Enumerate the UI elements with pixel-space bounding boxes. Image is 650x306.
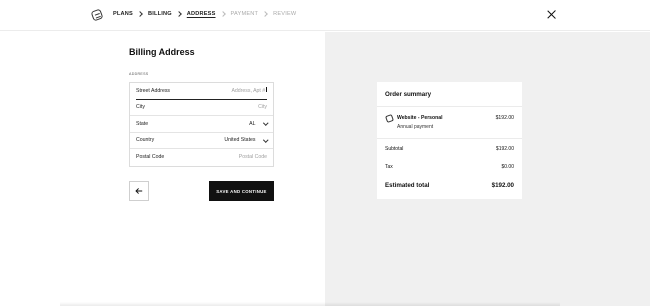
- form-panel: [0, 32, 325, 306]
- tax-label: Tax: [385, 164, 393, 170]
- city-field[interactable]: City City: [130, 100, 273, 116]
- item-billing-period: Annual payment: [397, 124, 434, 130]
- divider: [377, 138, 522, 139]
- tax-value: $0.00: [501, 164, 514, 170]
- subtotal-value: $192.00: [495, 146, 514, 152]
- section-label: ADDRESS: [129, 72, 149, 76]
- chevron-down-icon: [262, 136, 268, 142]
- chevron-down-icon: [262, 120, 268, 126]
- tax-row: Tax $0.00: [385, 164, 514, 170]
- chevron-right-icon: [175, 11, 182, 17]
- step-payment: PAYMENT: [230, 11, 259, 17]
- chevron-right-icon: [262, 11, 268, 17]
- step-address: ADDRESS: [186, 11, 216, 17]
- subtotal-label: Subtotal: [385, 146, 404, 152]
- country-value: United States: [224, 137, 256, 144]
- item-name: Website - Personal: [397, 115, 443, 121]
- page-title: Billing Address: [129, 47, 195, 57]
- close-icon[interactable]: [546, 9, 557, 20]
- bottom-edge-shadow: [60, 302, 560, 306]
- squarespace-logo-icon[interactable]: [90, 8, 104, 22]
- order-summary-card: Order summary Website - Personal Annual …: [377, 82, 522, 199]
- country-label: Country: [136, 137, 155, 144]
- subtotal-row: Subtotal $192.00: [385, 146, 514, 152]
- country-select[interactable]: Country United States: [130, 133, 273, 149]
- chevron-right-icon: [137, 11, 143, 17]
- text-cursor: [266, 87, 267, 93]
- postal-code-field[interactable]: Postal Code Postal Code: [130, 149, 273, 166]
- total-value: $192.00: [491, 182, 514, 189]
- arrow-left-icon: [135, 188, 143, 194]
- total-label: Estimated total: [385, 182, 430, 189]
- step-review: REVIEW: [273, 11, 297, 17]
- street-address-placeholder: Address, Apt #: [231, 88, 266, 95]
- step-plans[interactable]: PLANS: [113, 11, 133, 17]
- state-value: AL: [249, 120, 256, 127]
- street-address-label: Street Address: [136, 87, 171, 94]
- order-summary-title: Order summary: [385, 91, 432, 98]
- squarespace-logo-icon: [385, 114, 394, 123]
- state-select[interactable]: State AL: [130, 116, 273, 133]
- item-price: $192.00: [495, 115, 514, 121]
- street-address-field[interactable]: Street Address Address, Apt #: [136, 83, 267, 100]
- breadcrumb: PLANS BILLING ADDRESS PAYMENT REVIEW: [113, 11, 296, 17]
- back-button[interactable]: [129, 181, 149, 201]
- postal-code-input[interactable]: Postal Code: [239, 154, 267, 160]
- postal-code-label: Postal Code: [136, 154, 165, 161]
- chevron-right-icon: [219, 11, 226, 17]
- street-address-input[interactable]: Address, Apt #: [231, 87, 267, 94]
- address-form: Street Address Address, Apt # City City …: [129, 82, 274, 167]
- divider: [377, 106, 522, 107]
- top-bar: PLANS BILLING ADDRESS PAYMENT REVIEW: [0, 0, 650, 31]
- step-billing[interactable]: BILLING: [148, 11, 172, 17]
- state-label: State: [136, 120, 149, 127]
- city-label: City: [136, 104, 145, 111]
- save-and-continue-button[interactable]: SAVE AND CONTINUE: [209, 181, 274, 201]
- city-input[interactable]: City: [258, 104, 267, 110]
- total-row: Estimated total $192.00: [385, 182, 514, 189]
